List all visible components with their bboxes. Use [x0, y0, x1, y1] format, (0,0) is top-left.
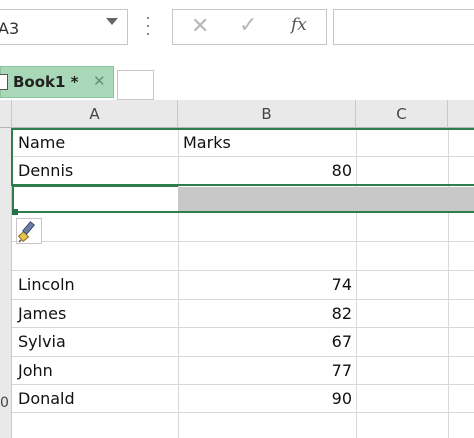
cell-b10[interactable]: 90: [178, 385, 352, 413]
new-tab-button[interactable]: [117, 70, 154, 100]
cell-b8[interactable]: 67: [178, 328, 352, 356]
selected-row-highlight: [178, 187, 474, 212]
cancel-icon[interactable]: ✕: [191, 14, 209, 39]
close-icon[interactable]: ✕: [93, 72, 106, 90]
grid-line: [12, 241, 474, 242]
cell-a6[interactable]: Lincoln: [18, 271, 75, 299]
column-header-a[interactable]: A: [12, 100, 178, 128]
cell-a7[interactable]: James: [18, 300, 66, 328]
copy-marquee: [11, 128, 474, 186]
cell-a10[interactable]: Donald: [18, 385, 75, 413]
insert-function-icon[interactable]: fx: [291, 15, 307, 35]
column-header-d[interactable]: [448, 100, 474, 128]
cell-a8[interactable]: Sylvia: [18, 328, 66, 356]
formula-bar-splitter[interactable]: [146, 15, 150, 37]
cell-a9[interactable]: John: [18, 357, 53, 385]
tab-label: Book1 *: [13, 73, 79, 91]
active-cell-a3[interactable]: [12, 185, 178, 213]
tab-book1[interactable]: Book1 * ✕: [0, 66, 114, 98]
paste-options-button[interactable]: [16, 218, 42, 244]
cell-b7[interactable]: 82: [178, 300, 352, 328]
formula-input[interactable]: [333, 9, 474, 45]
column-header-b[interactable]: B: [178, 100, 356, 128]
cell-b9[interactable]: 77: [178, 357, 352, 385]
select-all-corner[interactable]: [0, 100, 12, 128]
check-icon[interactable]: ✓: [239, 13, 257, 38]
chevron-down-icon[interactable]: [106, 18, 118, 25]
column-header-row: A B C: [0, 100, 474, 128]
cell-b6[interactable]: 74: [178, 271, 352, 299]
column-header-c[interactable]: C: [356, 100, 448, 128]
fill-handle[interactable]: [12, 209, 18, 215]
paintbrush-icon: [17, 221, 35, 243]
name-box[interactable]: A3: [0, 9, 128, 45]
name-box-value: A3: [0, 19, 20, 38]
selection-border: [12, 211, 474, 213]
document-icon: [0, 74, 8, 90]
formula-buttons: ✕ ✓ fx: [172, 9, 327, 45]
row-number-label: 0: [0, 395, 9, 411]
